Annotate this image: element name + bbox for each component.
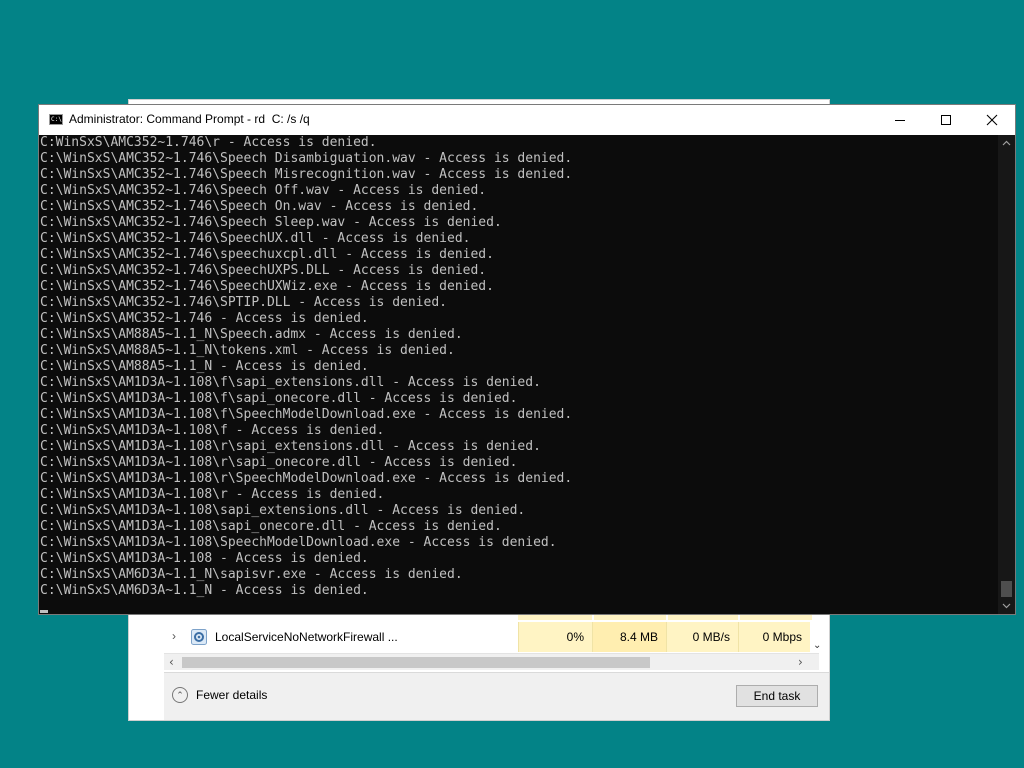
fewer-details-label: Fewer details [196,688,268,702]
console-line: C:\WinSxS\AMC352~1.746\Speech On.wav - A… [40,199,479,214]
horizontal-scrollbar[interactable]: ‹ › [164,653,819,670]
network-value: 0 Mbps [738,622,810,652]
minimize-button[interactable] [877,105,923,135]
scroll-down-arrow-icon[interactable]: ⌄ [813,640,821,651]
process-row[interactable]: › LocalServiceNoNetworkFirewall ... 0% 8… [164,622,819,652]
disk-value: 0 MB/s [666,622,738,652]
console-line: C:\WinSxS\AM6D3A~1.1_N - Access is denie… [40,583,369,598]
collapse-up-icon: ⌃ [172,687,188,703]
console-line: C:\WinSxS\AM88A5~1.1_N\Speech.admx - Acc… [40,327,463,342]
console-line: C:\WinSxS\AMC352~1.746\SpeechUXWiz.exe -… [40,279,494,294]
memory-value: 8.4 MB [592,622,666,652]
console-line: C:\WinSxS\AMC352~1.746\speechuxcpl.dll -… [40,247,494,262]
console-line: C:\WinSxS\AMC352~1.746\SpeechUX.dll - Ac… [40,231,471,246]
minimize-icon [895,120,905,121]
console-line: C:\WinSxS\AM1D3A~1.108\f\sapi_onecore.dl… [40,391,518,406]
console-line: C:\WinSxS\AM1D3A~1.108\sapi_extensions.d… [40,503,526,518]
console-scroll-thumb[interactable] [1001,581,1012,597]
console-line: C:\WinSxS\AMC352~1.746\SpeechUXPS.DLL - … [40,263,487,278]
end-task-button[interactable]: End task [736,685,818,707]
maximize-button[interactable] [923,105,969,135]
console-line: C:\WinSxS\AM88A5~1.1_N - Access is denie… [40,359,369,374]
scroll-down-arrow-icon[interactable] [998,597,1015,614]
console-line: C:\WinSxS\AM1D3A~1.108 - Access is denie… [40,551,369,566]
console-line: C:\WinSxS\AM1D3A~1.108\r - Access is den… [40,487,385,502]
window-title: Administrator: Command Prompt - rd C: /s… [69,112,310,126]
console-line: C:\WinSxS\AMC352~1.746 - Access is denie… [40,311,369,326]
command-prompt-window: C:\ Administrator: Command Prompt - rd C… [38,104,1016,615]
console-line: C:\WinSxS\AMC352~1.746\Speech Sleep.wav … [40,215,502,230]
console-line: C:\WinSxS\AMC352~1.746\Speech Misrecogni… [40,167,573,182]
close-button[interactable] [969,105,1015,135]
fewer-details-link[interactable]: ⌃ Fewer details [172,687,267,703]
console-line: C:\WinSxS\AM88A5~1.1_N\tokens.xml - Acce… [40,343,455,358]
text-cursor [40,610,48,613]
console-line: C:\WinSxS\AM6D3A~1.1_N\sapisvr.exe - Acc… [40,567,463,582]
command-prompt-icon: C:\ [49,114,63,125]
console-line: C:\WinSxS\AM1D3A~1.108\r\sapi_onecore.dl… [40,455,518,470]
cpu-value: 0% [518,622,592,652]
console-vertical-scrollbar[interactable] [998,135,1015,614]
console-line: C:\WinSxS\AMC352~1.746\SPTIP.DLL - Acces… [40,295,447,310]
close-icon [986,114,998,126]
scroll-left-arrow-icon[interactable]: ‹ [169,654,174,671]
scroll-up-arrow-icon[interactable] [998,135,1015,152]
console-line: C:\WinSxS\AM1D3A~1.108\f - Access is den… [40,423,385,438]
service-gear-icon [191,629,207,645]
console-line: C:\WinSxS\AMC352~1.746\Speech Off.wav - … [40,183,487,198]
expand-chevron-icon[interactable]: › [172,629,176,643]
console-line: C:\WinSxS\AM1D3A~1.108\sapi_onecore.dll … [40,519,502,534]
console-line: C:\WinSxS\AMC352~1.746\Speech Disambigua… [40,151,573,166]
console-output[interactable]: C:WinSxS\AMC352~1.746\r - Access is deni… [39,135,999,614]
scroll-right-arrow-icon[interactable]: › [798,654,803,671]
maximize-icon [941,115,951,125]
console-line: C:\WinSxS\AM1D3A~1.108\f\SpeechModelDown… [40,407,573,422]
console-line: C:\WinSxS\AM1D3A~1.108\f\sapi_extensions… [40,375,541,390]
horizontal-scroll-thumb[interactable] [182,657,650,668]
console-line: C:\WinSxS\AM1D3A~1.108\r\sapi_extensions… [40,439,541,454]
title-bar[interactable]: C:\ Administrator: Command Prompt - rd C… [39,105,1015,135]
task-manager-footer: ⌃ Fewer details End task [164,672,829,720]
console-line: C:WinSxS\AMC352~1.746\r - Access is deni… [40,135,377,150]
console-line: C:\WinSxS\AM1D3A~1.108\r\SpeechModelDown… [40,471,573,486]
process-name: LocalServiceNoNetworkFirewall ... [215,630,398,644]
console-line: C:\WinSxS\AM1D3A~1.108\SpeechModelDownlo… [40,535,557,550]
